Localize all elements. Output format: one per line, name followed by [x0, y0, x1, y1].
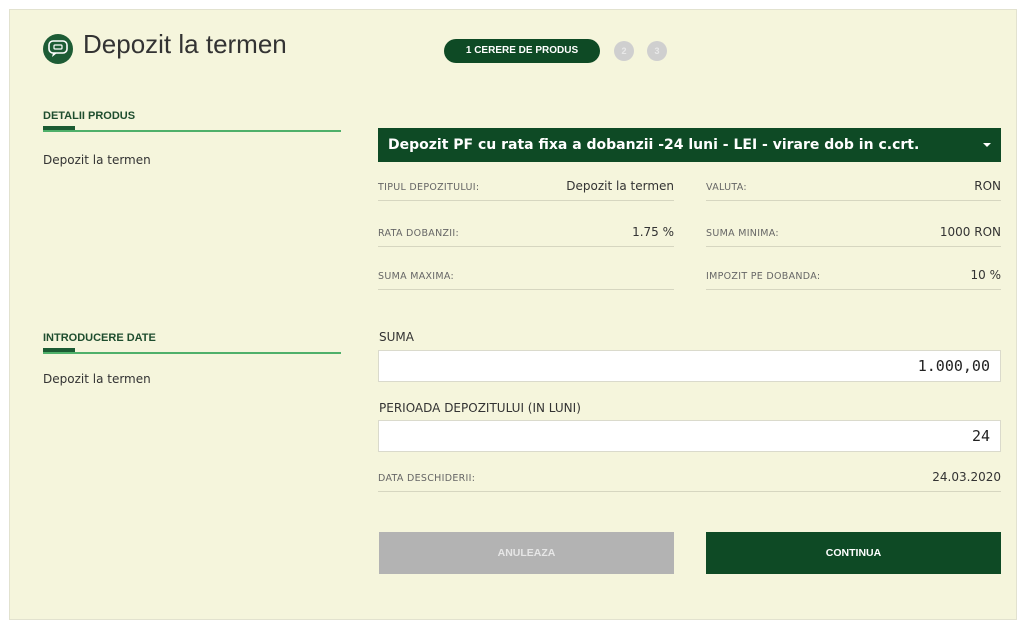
- section-title-product-details: DETALII PRODUS: [43, 110, 136, 122]
- step-3: 3: [647, 41, 667, 61]
- chevron-down-icon: [983, 143, 991, 147]
- detail-row: RATA DOBANZII: 1.75 %: [378, 224, 674, 247]
- step-1-active: 1 CERERE DE PRODUS: [444, 39, 600, 63]
- page-title: Depozit la termen: [83, 29, 287, 59]
- section-text-product: Depozit la termen: [43, 153, 151, 167]
- amount-label: SUMA: [379, 330, 414, 344]
- continue-button[interactable]: CONTINUA: [706, 532, 1001, 574]
- detail-value: 1000 RON: [939, 225, 1001, 239]
- cancel-button[interactable]: ANULEAZA: [379, 532, 674, 574]
- detail-row: SUMA MINIMA: 1000 RON: [706, 224, 1001, 247]
- product-select[interactable]: Depozit PF cu rata fixa a dobanzii -24 l…: [378, 128, 1001, 162]
- detail-row: TIPUL DEPOZITULUI: Depozit la termen: [378, 178, 674, 201]
- detail-value: 10 %: [970, 268, 1002, 282]
- product-select-value: Depozit PF cu rata fixa a dobanzii -24 l…: [388, 137, 920, 153]
- open-date-value: 24.03.2020: [932, 470, 1001, 484]
- chat-bubble-icon: [43, 34, 73, 64]
- detail-label: TIPUL DEPOZITULUI:: [378, 182, 480, 193]
- detail-value: RON: [974, 179, 1001, 193]
- section-title-data-entry: INTRODUCERE DATE: [43, 332, 156, 344]
- section-text-data: Depozit la termen: [43, 372, 151, 386]
- step-2: 2: [614, 41, 634, 61]
- section-divider: [43, 352, 341, 354]
- detail-label: SUMA MINIMA:: [706, 228, 779, 239]
- deposit-panel: [9, 9, 1017, 620]
- open-date-label: DATA DESCHIDERII:: [378, 473, 476, 484]
- detail-value: 1.75 %: [632, 225, 674, 239]
- detail-label: RATA DOBANZII:: [378, 228, 459, 239]
- open-date-row: DATA DESCHIDERII: 24.03.2020: [378, 469, 1001, 492]
- detail-row: IMPOZIT PE DOBANDA: 10 %: [706, 267, 1001, 290]
- period-input[interactable]: 24: [378, 420, 1001, 452]
- section-divider: [43, 130, 341, 132]
- detail-row: SUMA MAXIMA:: [378, 267, 674, 290]
- detail-row: VALUTA: RON: [706, 178, 1001, 201]
- detail-label: IMPOZIT PE DOBANDA:: [706, 271, 821, 282]
- detail-label: VALUTA:: [706, 182, 747, 193]
- amount-input[interactable]: 1.000,00: [378, 350, 1001, 382]
- detail-label: SUMA MAXIMA:: [378, 271, 455, 282]
- period-label: PERIOADA DEPOZITULUI (IN LUNI): [379, 401, 581, 415]
- detail-value: Depozit la termen: [566, 179, 674, 193]
